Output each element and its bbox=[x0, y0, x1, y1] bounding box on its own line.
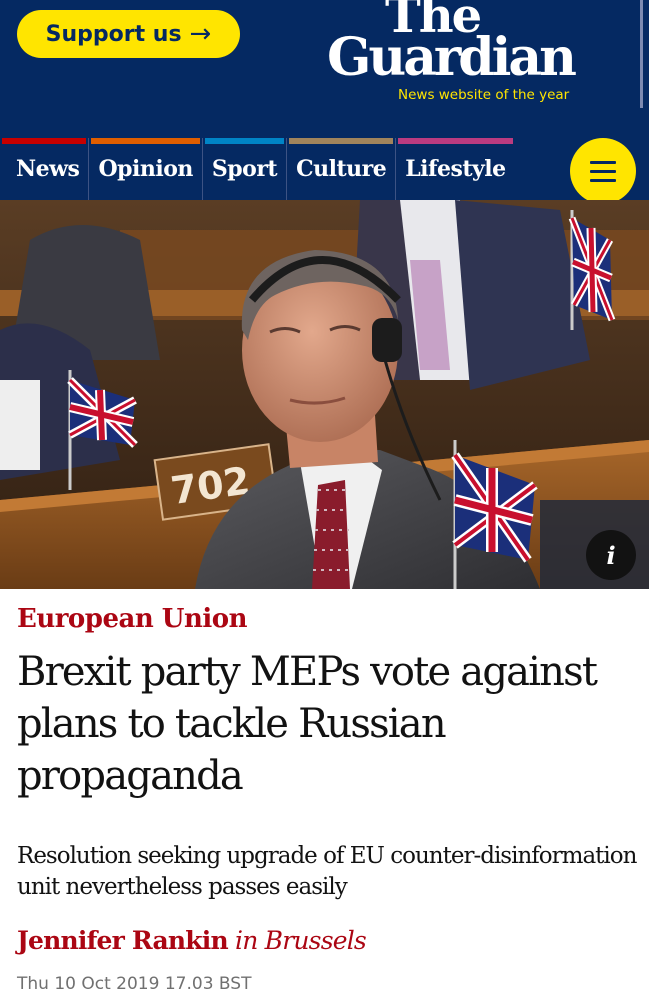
hero-image[interactable]: 702 bbox=[0, 200, 649, 589]
headline: Brexit party MEPs vote against plans to … bbox=[17, 649, 598, 799]
author-link[interactable]: Jennifer Rankin bbox=[17, 926, 229, 955]
publication-date: Thu 10 Oct 2019 17.03 BST bbox=[17, 974, 252, 994]
nav-item-label: Lifestyle bbox=[405, 156, 506, 182]
arrow-right-icon: → bbox=[189, 19, 212, 49]
masthead: Support us → The Guardian News website o… bbox=[0, 0, 649, 145]
nav-item-label: Culture bbox=[296, 156, 387, 182]
logo-tagline: News website of the year bbox=[398, 87, 570, 103]
hero-photo-illustration: 702 bbox=[0, 200, 649, 589]
pillar-navigation: News Opinion Sport Culture Lifestyle bbox=[0, 138, 649, 204]
nav-item-culture[interactable]: Culture bbox=[286, 138, 395, 200]
pillar-color-bar bbox=[398, 138, 513, 144]
nav-item-opinion[interactable]: Opinion bbox=[88, 138, 201, 200]
menu-line bbox=[590, 160, 616, 164]
nav-item-sport[interactable]: Sport bbox=[201, 138, 286, 200]
pillar-color-bar bbox=[2, 138, 87, 144]
pillar-color-bar bbox=[204, 138, 285, 144]
byline: Jennifer Rankin in Brussels bbox=[17, 926, 367, 955]
nav-item-label: Sport bbox=[211, 156, 278, 182]
standfirst: Resolution seeking upgrade of EU counter… bbox=[17, 843, 637, 900]
hamburger-menu-icon[interactable] bbox=[570, 138, 636, 204]
nav-item-label: Opinion bbox=[98, 156, 193, 182]
support-us-button[interactable]: Support us → bbox=[17, 10, 240, 58]
guardian-logo[interactable]: The Guardian News website of the year bbox=[325, 0, 625, 110]
menu-line bbox=[590, 169, 616, 173]
menu-line bbox=[590, 178, 616, 182]
support-us-label: Support us bbox=[45, 21, 182, 47]
nav-item-label: News bbox=[16, 156, 80, 182]
nav-item-lifestyle[interactable]: Lifestyle bbox=[395, 138, 514, 200]
byline-location: in Brussels bbox=[235, 926, 367, 955]
section-label[interactable]: European Union bbox=[17, 604, 247, 634]
header-edge-divider bbox=[640, 0, 643, 108]
logo-guardian: Guardian bbox=[327, 27, 577, 88]
nav-item-news[interactable]: News bbox=[0, 138, 88, 200]
pillar-color-bar bbox=[91, 138, 200, 144]
pillar-color-bar bbox=[289, 138, 394, 144]
info-icon[interactable]: i bbox=[586, 530, 636, 580]
pillar-list: News Opinion Sport Culture Lifestyle bbox=[0, 138, 515, 200]
